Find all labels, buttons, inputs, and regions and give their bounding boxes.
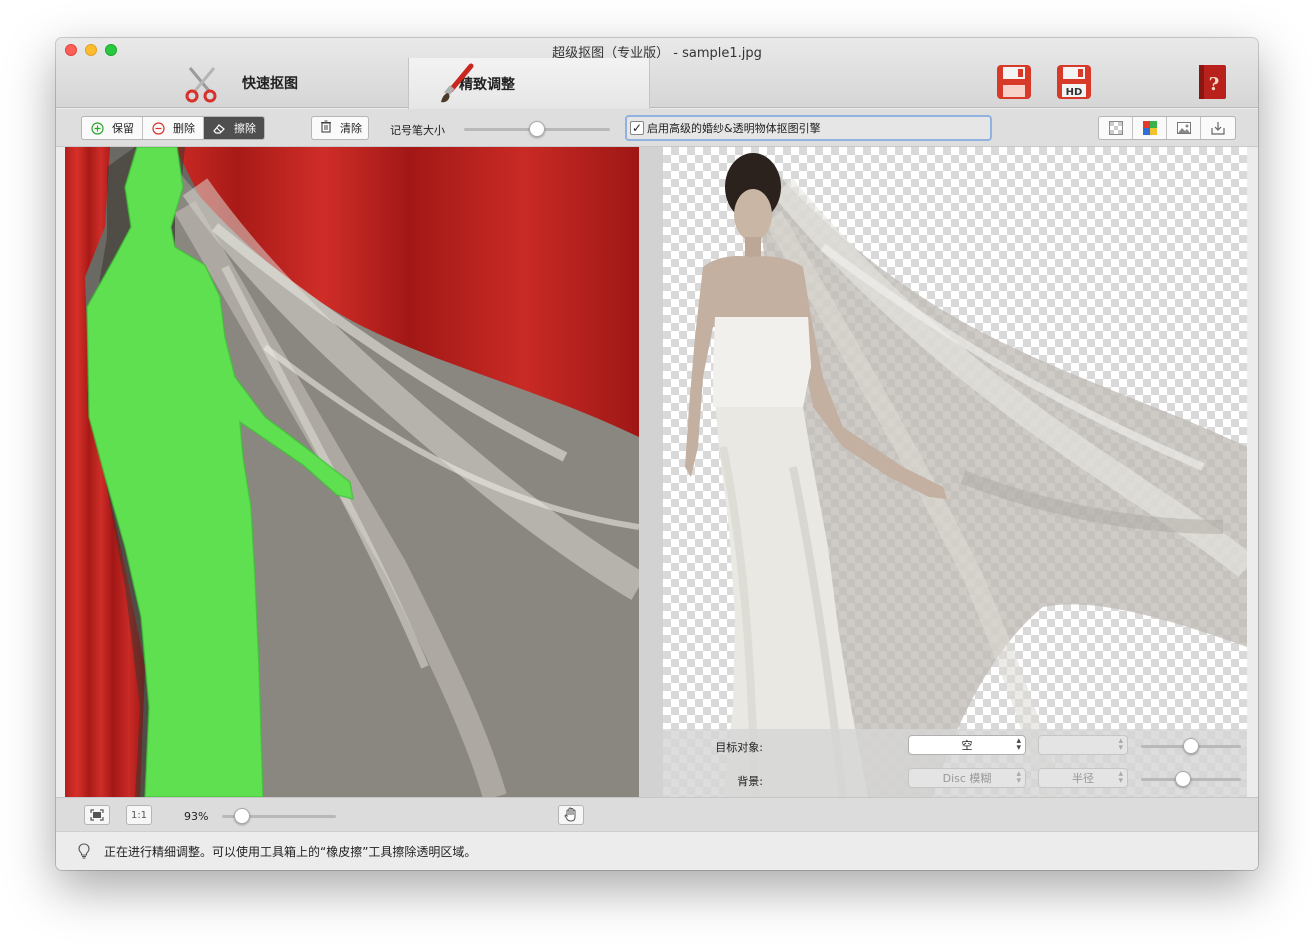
engine-label: 启用高级的婚纱&透明物体抠图引擎: [647, 122, 821, 135]
scissors-icon: [180, 62, 224, 109]
hand-tool-button[interactable]: [558, 805, 584, 825]
export-button[interactable]: [1201, 117, 1235, 139]
minus-circle-icon: [151, 121, 165, 135]
slider-knob[interactable]: [1183, 738, 1199, 754]
toolbar: 保留 删除 擦除 清除 记号笔大小 ✓ 启用高级的婚纱&透明物体抠图引擎: [56, 109, 1258, 147]
pane-divider: [639, 147, 663, 797]
slider-knob[interactable]: [234, 808, 250, 824]
status-bar: 正在进行精细调整。可以使用工具箱上的“橡皮擦”工具擦除透明区域。: [56, 831, 1258, 870]
app-window: 超级抠图（专业版） - sample1.jpg 快速抠图 精致调整 HD ? 保…: [56, 38, 1258, 870]
brush-size-label: 记号笔大小: [390, 124, 445, 137]
chevron-updown-icon: ▴ ▾: [1016, 736, 1021, 753]
color-bg-button[interactable]: [1133, 117, 1167, 139]
save-button[interactable]: [994, 62, 1034, 102]
mark-mode-segmented: 保留 删除 擦除: [81, 116, 265, 140]
preview-canvas: 目标对象: 空 ▴ ▾ ▴ ▾ 背景: Disc 模糊 ▴ ▾ 半径 ▴ ▾: [663, 147, 1247, 797]
save-hd-icon: HD: [1057, 65, 1091, 99]
brush-size-slider[interactable]: [464, 121, 610, 137]
preview-image: [685, 153, 1247, 797]
slider-knob[interactable]: [529, 121, 545, 137]
lightbulb-icon: [78, 843, 90, 859]
tab-quick-cutout[interactable]: 快速抠图: [176, 58, 406, 108]
background-blur-value: Disc 模糊: [942, 772, 992, 785]
help-button[interactable]: ?: [1192, 62, 1232, 102]
save-icon: [997, 65, 1031, 99]
chevron-updown-icon: ▴ ▾: [1118, 736, 1123, 753]
target-object-select[interactable]: 空 ▴ ▾: [908, 735, 1026, 755]
tab-label: 快速抠图: [242, 76, 298, 92]
zoom-label: 93%: [184, 810, 209, 823]
color-bg-icon: [1142, 121, 1157, 135]
actual-size-label: 1:1: [130, 809, 148, 821]
plus-circle-icon: [90, 121, 104, 135]
mask-image: [65, 147, 639, 797]
bottom-bar: 1:1 93%: [56, 797, 1258, 831]
status-text: 正在进行精细调整。可以使用工具箱上的“橡皮擦”工具擦除透明区域。: [104, 844, 477, 859]
zoom-slider[interactable]: [222, 808, 336, 824]
eraser-icon: [212, 121, 226, 135]
engine-checkbox[interactable]: ✓: [630, 121, 644, 135]
brush-icon: [435, 62, 479, 109]
erase-button[interactable]: 擦除: [204, 117, 264, 139]
target-object-value: 空: [961, 739, 973, 752]
export-icon: [1211, 122, 1225, 135]
background-view-buttons: [1098, 116, 1236, 140]
transparent-bg-icon: [1108, 121, 1123, 135]
clear-label: 清除: [340, 122, 362, 135]
mask-editor-canvas[interactable]: [65, 147, 639, 797]
target-secondary-select[interactable]: ▴ ▾: [1038, 735, 1128, 755]
fit-screen-icon: [90, 809, 104, 821]
trash-icon: [320, 120, 332, 136]
tab-fine-adjust[interactable]: 精致调整: [408, 58, 650, 109]
clear-button[interactable]: 清除: [311, 116, 369, 140]
chevron-updown-icon: ▴ ▾: [1118, 769, 1123, 786]
transparent-bg-button[interactable]: [1099, 117, 1133, 139]
image-bg-icon: [1176, 122, 1191, 134]
properties-panel: 目标对象: 空 ▴ ▾ ▴ ▾ 背景: Disc 模糊 ▴ ▾ 半径 ▴ ▾: [663, 729, 1247, 797]
background-label: 背景:: [737, 775, 763, 788]
help-book-icon: ?: [1199, 65, 1226, 99]
save-hd-button[interactable]: HD: [1054, 62, 1094, 102]
keep-label: 保留: [112, 122, 134, 135]
background-slider[interactable]: [1141, 771, 1241, 787]
delete-label: 删除: [173, 122, 195, 135]
svg-text:HD: HD: [1066, 87, 1083, 98]
advanced-engine-toggle[interactable]: ✓ 启用高级的婚纱&透明物体抠图引擎: [625, 115, 992, 141]
background-radius-value: 半径: [1072, 772, 1094, 785]
slider-knob[interactable]: [1175, 771, 1191, 787]
svg-text:?: ?: [1209, 74, 1220, 95]
target-label: 目标对象:: [715, 741, 763, 754]
background-radius-select[interactable]: 半径 ▴ ▾: [1038, 768, 1128, 788]
title-bar: 超级抠图（专业版） - sample1.jpg 快速抠图 精致调整 HD ?: [56, 38, 1258, 109]
chevron-updown-icon: ▴ ▾: [1016, 769, 1021, 786]
hand-icon: [564, 807, 576, 822]
delete-button[interactable]: 删除: [143, 117, 204, 139]
background-blur-select[interactable]: Disc 模糊 ▴ ▾: [908, 768, 1026, 788]
fit-screen-button[interactable]: [84, 805, 110, 825]
actual-size-button[interactable]: 1:1: [126, 805, 152, 825]
image-bg-button[interactable]: [1167, 117, 1201, 139]
erase-label: 擦除: [234, 122, 256, 135]
keep-button[interactable]: 保留: [82, 117, 143, 139]
target-slider[interactable]: [1141, 738, 1241, 754]
